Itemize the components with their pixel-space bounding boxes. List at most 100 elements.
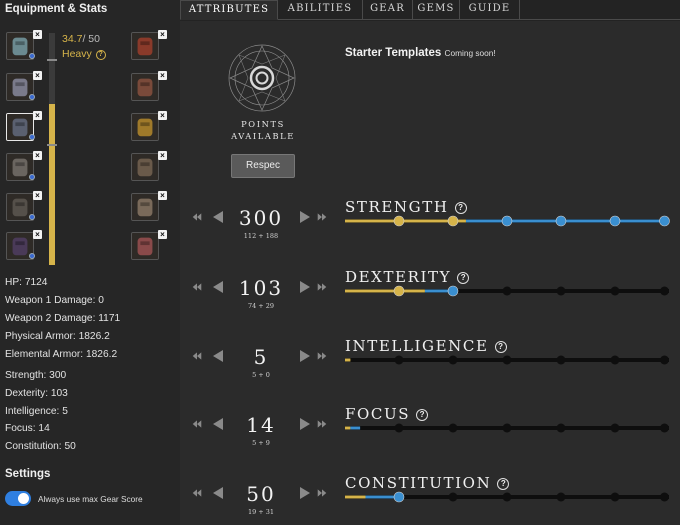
strength-increase-button[interactable] xyxy=(298,210,312,224)
constitution-increase-button[interactable] xyxy=(298,486,312,500)
focus-decrease-button[interactable] xyxy=(211,417,225,431)
strength-decrease-max-button[interactable] xyxy=(192,212,202,222)
track-node xyxy=(447,215,459,227)
tab-attributes[interactable]: ATTRIBUTES xyxy=(180,0,278,20)
attribute-breakdown: 74 + 29 xyxy=(247,302,275,310)
help-icon[interactable]: ? xyxy=(95,50,106,60)
respec-button[interactable]: Respec xyxy=(231,154,295,178)
gear-slot-weapon-2[interactable] xyxy=(131,73,159,101)
constitution-decrease-button[interactable] xyxy=(211,486,225,500)
track-node xyxy=(393,285,405,297)
bag-icon xyxy=(132,154,158,180)
tab-guide[interactable]: GUIDE xyxy=(460,0,520,20)
weight-fill xyxy=(49,104,55,265)
track-node xyxy=(555,215,567,227)
amulet-icon xyxy=(132,114,158,140)
attribute-row-constitution: 50 19 + 31 CONSTITUTION? xyxy=(180,474,680,525)
unequip-weapon-1-button[interactable]: × xyxy=(158,30,167,39)
unequip-gloves-button[interactable]: × xyxy=(33,111,42,120)
unequip-bag-button[interactable]: × xyxy=(158,151,167,160)
gear-slot-bag[interactable] xyxy=(131,153,159,181)
attribute-track-svg xyxy=(345,423,669,433)
strength-increase-max-button[interactable] xyxy=(317,212,327,222)
unequip-amulet-button[interactable]: × xyxy=(158,111,167,120)
equipment-panel: Equipment & Stats × × × × × × × × × × × × 34.7/ 50 … xyxy=(0,0,180,525)
weight-bar xyxy=(47,33,57,265)
attribute-track[interactable] xyxy=(345,491,669,503)
track-blue-fill xyxy=(465,219,669,223)
help-icon[interactable]: ? xyxy=(494,341,507,353)
help-icon[interactable]: ? xyxy=(457,272,470,284)
intelligence-decrease-max-button[interactable] xyxy=(192,351,202,361)
attribute-track[interactable] xyxy=(345,355,669,365)
help-icon[interactable]: ? xyxy=(454,202,467,214)
constitution-increase-max-button[interactable] xyxy=(317,488,327,498)
max-gear-score-label: Always use max Gear Score xyxy=(38,494,143,504)
gear-slot-earring[interactable] xyxy=(131,232,159,260)
unequip-weapon-2-button[interactable]: × xyxy=(158,71,167,80)
weight-current: 34.7 xyxy=(62,33,83,45)
unequip-shield-button[interactable]: × xyxy=(33,230,42,239)
unequip-chest-button[interactable]: × xyxy=(33,71,42,80)
attribute-value: 103 xyxy=(238,276,284,300)
attribute-name: STRENGTH? xyxy=(345,198,467,216)
dexterity-decrease-button[interactable] xyxy=(211,280,225,294)
intelligence-increase-max-button[interactable] xyxy=(317,351,327,361)
help-icon[interactable]: ? xyxy=(497,478,510,490)
tab-gear[interactable]: GEAR xyxy=(363,0,413,20)
attribute-row-intelligence: 5 5 + 0 INTELLIGENCE? xyxy=(180,337,680,399)
intelligence-decrease-button[interactable] xyxy=(211,349,225,363)
track-node xyxy=(659,215,670,227)
attribute-track[interactable] xyxy=(345,423,669,433)
gem-socket-icon xyxy=(29,134,35,140)
track-node xyxy=(448,492,458,502)
equipment-title: Equipment & Stats xyxy=(5,3,108,15)
attribute-value: 300 xyxy=(238,206,284,230)
gear-slot-amulet[interactable] xyxy=(131,113,159,141)
attribute-track-svg xyxy=(345,355,669,365)
focus-increase-button[interactable] xyxy=(298,417,312,431)
track-node xyxy=(393,215,405,227)
strength-decrease-button[interactable] xyxy=(211,210,225,224)
attribute-breakdown: 5 + 0 xyxy=(252,371,270,379)
attribute-track-svg xyxy=(345,215,670,227)
unequip-earring-button[interactable]: × xyxy=(158,230,167,239)
points-label-line2: AVAILABLE xyxy=(231,131,295,141)
attribute-track-svg xyxy=(345,491,669,503)
track-node xyxy=(393,491,405,503)
ring-icon xyxy=(132,194,158,220)
track-node xyxy=(502,492,512,502)
dexterity-increase-button[interactable] xyxy=(298,280,312,294)
unequip-helmet-button[interactable]: × xyxy=(33,30,42,39)
tab-abilities[interactable]: ABILITIES xyxy=(278,0,363,20)
track-node xyxy=(610,286,620,296)
weight-value: 34.7/ 50 xyxy=(62,33,100,45)
starter-templates: Starter Templates Coming soon! xyxy=(345,47,496,59)
dexterity-decrease-max-button[interactable] xyxy=(192,282,202,292)
points-sigil-icon xyxy=(228,44,296,112)
gear-slot-ring[interactable] xyxy=(131,193,159,221)
track-node xyxy=(610,355,620,365)
attribute-row-dexterity: 103 74 + 29 DEXTERITY? xyxy=(180,268,680,330)
stat-line: Elemental Armor: 1826.2 xyxy=(5,349,118,360)
track-node xyxy=(556,492,566,502)
stat-line: Weapon 2 Damage: 1171 xyxy=(5,313,121,324)
attribute-name-label: FOCUS xyxy=(345,405,411,423)
attribute-track[interactable] xyxy=(345,215,670,227)
max-gear-score-toggle[interactable] xyxy=(5,491,31,506)
attribute-value: 50 xyxy=(246,482,276,506)
attribute-track[interactable] xyxy=(345,285,669,297)
focus-increase-max-button[interactable] xyxy=(317,419,327,429)
gear-slot-weapon-1[interactable] xyxy=(131,32,159,60)
unequip-boots-button[interactable]: × xyxy=(33,191,42,200)
intelligence-increase-button[interactable] xyxy=(298,349,312,363)
weapon-2-icon xyxy=(132,74,158,100)
constitution-decrease-max-button[interactable] xyxy=(192,488,202,498)
tab-gems[interactable]: GEMS xyxy=(413,0,460,20)
focus-decrease-max-button[interactable] xyxy=(192,419,202,429)
unequip-ring-button[interactable]: × xyxy=(158,191,167,200)
dexterity-increase-max-button[interactable] xyxy=(317,282,327,292)
unequip-pants-button[interactable]: × xyxy=(33,151,42,160)
attribute-value: 14 xyxy=(246,413,276,437)
help-icon[interactable]: ? xyxy=(416,409,429,421)
